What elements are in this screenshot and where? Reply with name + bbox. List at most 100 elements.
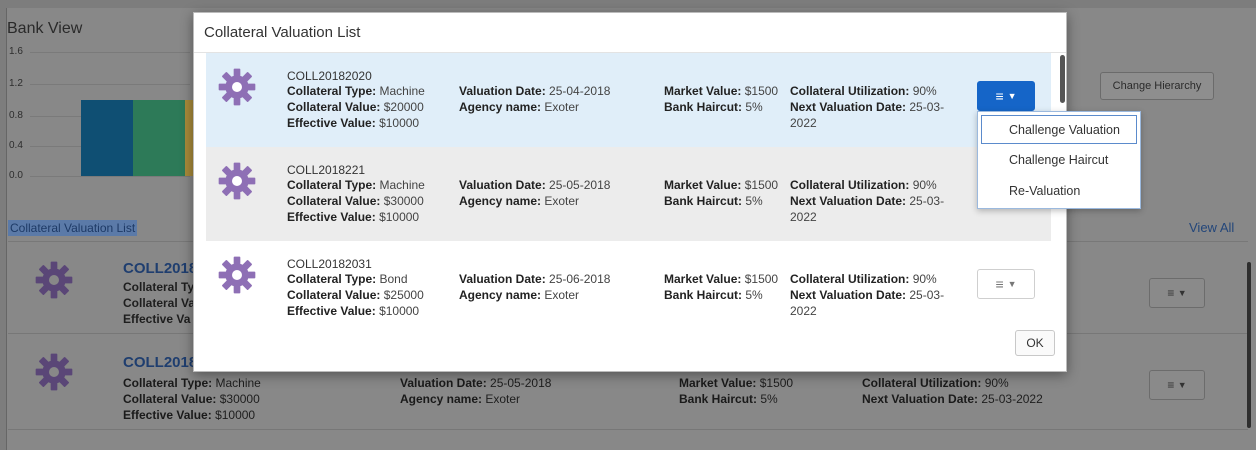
field-label: Collateral Value: — [123, 392, 217, 406]
field-value: 2022 — [790, 116, 817, 130]
field-value: Exoter — [544, 100, 580, 114]
field-label: Market Value: — [664, 272, 742, 286]
field-label: Bank Haircut: — [664, 288, 743, 302]
gear-icon — [217, 161, 257, 201]
gridline — [30, 52, 190, 53]
field-label: Valuation Date: — [459, 178, 546, 192]
field-value: $10000 — [215, 408, 256, 422]
field-value: 90% — [984, 376, 1009, 390]
field-value: Machine — [379, 84, 425, 98]
menu-item-challenge-haircut[interactable]: Challenge Haircut — [978, 144, 1140, 175]
gear-icon — [217, 255, 257, 295]
modal-title: Collateral Valuation List — [194, 13, 1066, 53]
hamburger-icon: ≡ — [1167, 286, 1175, 300]
row-actions-button[interactable]: ≡ ▼ — [1149, 278, 1205, 308]
field-value: $1500 — [744, 84, 779, 98]
collateral-valuation-modal: Collateral Valuation List COLL20182020 C… — [193, 12, 1067, 372]
field-value: 5% — [745, 194, 763, 208]
menu-item-re-valuation[interactable]: Re-Valuation — [978, 175, 1140, 206]
field-label: Collateral Value: — [287, 100, 381, 114]
field-label: Effective Va — [123, 312, 191, 326]
collateral-id[interactable]: COLL2018 — [123, 354, 197, 371]
y-tick: 0.4 — [9, 140, 23, 151]
hamburger-icon: ≡ — [1167, 378, 1175, 392]
field-label: Market Value: — [679, 376, 757, 390]
gridline — [30, 176, 190, 177]
field-label: Market Value: — [664, 84, 742, 98]
field-value: 2022 — [790, 210, 817, 224]
menu-item-challenge-valuation[interactable]: Challenge Valuation — [981, 115, 1137, 144]
field-value: 90% — [912, 178, 937, 192]
field-label: Effective Value: — [287, 210, 376, 224]
field-label: Next Valuation Date: — [790, 194, 907, 208]
field-value: Exoter — [485, 392, 521, 406]
field-value: 5% — [760, 392, 778, 406]
field-label: Bank Haircut: — [679, 392, 758, 406]
gear-icon — [217, 67, 257, 107]
field-label: Valuation Date: — [459, 272, 546, 286]
field-value: 90% — [912, 272, 937, 286]
gear-icon — [34, 260, 74, 300]
y-tick: 1.6 — [9, 46, 23, 57]
field-value: Exoter — [544, 288, 580, 302]
collateral-id[interactable]: COLL2018 — [123, 260, 197, 277]
field-label: Valuation Date: — [459, 84, 546, 98]
modal-list: COLL20182020 Collateral Type: Machine Co… — [206, 53, 1051, 335]
collateral-id: COLL2018221 — [287, 163, 366, 177]
field-value: Machine — [379, 178, 425, 192]
caret-down-icon: ▼ — [1007, 91, 1017, 101]
field-label: Effective Value: — [123, 408, 212, 422]
field-value: 25-05-2018 — [490, 376, 552, 390]
field-value: 2022 — [790, 304, 817, 318]
row-actions-button[interactable]: ≡ ▼ — [977, 269, 1035, 299]
field-value: $30000 — [219, 392, 260, 406]
field-label: Collateral Utilization: — [790, 272, 910, 286]
y-tick: 0.8 — [9, 110, 23, 121]
field-value: 90% — [912, 84, 937, 98]
field-value: Exoter — [544, 194, 580, 208]
field-value: 25-03- — [909, 100, 945, 114]
field-value: 25-03- — [909, 194, 945, 208]
field-label: Valuation Date: — [400, 376, 487, 390]
field-value: 25-03-2022 — [981, 392, 1043, 406]
row-actions-menu: Challenge Valuation Challenge Haircut Re… — [977, 111, 1141, 209]
field-value: $1500 — [744, 272, 779, 286]
modal-scrollbar[interactable] — [1060, 55, 1065, 103]
y-tick: 1.2 — [9, 78, 23, 89]
field-value: 5% — [745, 100, 763, 114]
change-hierarchy-button[interactable]: Change Hierarchy — [1100, 72, 1214, 100]
section-title: Collateral Valuation List — [8, 220, 138, 236]
field-label: Agency name: — [459, 100, 542, 114]
field-value: $30000 — [383, 194, 424, 208]
field-label: Bank Haircut: — [664, 194, 743, 208]
view-all-link[interactable]: View All — [1189, 220, 1234, 235]
field-value: $1500 — [759, 376, 794, 390]
field-value: 25-04-2018 — [549, 84, 611, 98]
field-label: Collateral Type: — [287, 178, 377, 192]
row-actions-button[interactable]: ≡ ▼ — [1149, 370, 1205, 400]
field-value: $10000 — [379, 116, 420, 130]
field-label: Collateral Type: — [123, 376, 213, 390]
gear-icon — [34, 352, 74, 392]
caret-down-icon: ▼ — [1007, 279, 1017, 289]
field-label: Collateral Type: — [287, 84, 377, 98]
row-actions-button[interactable]: ≡ ▼ — [977, 81, 1035, 111]
field-value: $25000 — [383, 288, 424, 302]
field-label: Bank Haircut: — [664, 100, 743, 114]
field-value: $20000 — [383, 100, 424, 114]
field-label: Collateral Utilization: — [790, 178, 910, 192]
field-label: Collateral Type: — [287, 272, 377, 286]
chart-bar — [133, 100, 185, 176]
list-item[interactable]: COLL20182031 Collateral Type: Bond Colla… — [206, 241, 1051, 335]
field-value: 25-05-2018 — [549, 178, 611, 192]
chart-bar — [185, 100, 193, 176]
bank-view-title: Bank View — [7, 20, 83, 37]
list-item[interactable]: COLL2018221 Collateral Type: Machine Col… — [206, 147, 1051, 241]
page-scrollbar[interactable] — [1247, 262, 1251, 428]
field-label: Collateral Value: — [287, 288, 381, 302]
field-value: Bond — [379, 272, 408, 286]
field-label: Collateral Value: — [287, 194, 381, 208]
field-label: Collateral Ty — [123, 280, 195, 294]
list-item[interactable]: COLL20182020 Collateral Type: Machine Co… — [206, 53, 1051, 147]
ok-button[interactable]: OK — [1015, 330, 1055, 356]
